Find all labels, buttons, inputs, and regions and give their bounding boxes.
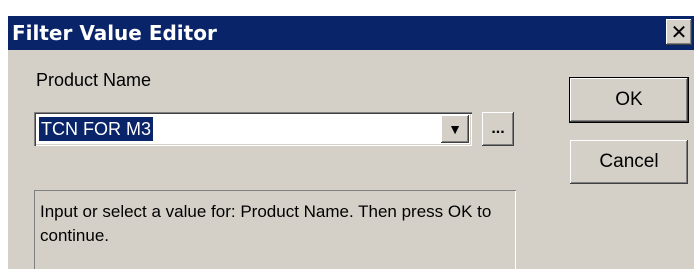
product-name-combobox[interactable]: TCN FOR M3 ▼ [34,112,472,146]
background-margin-left [0,0,8,269]
instruction-panel: Input or select a value for: Product Nam… [34,190,516,269]
window-title: Filter Value Editor [12,21,217,45]
close-button[interactable]: ✕ [666,19,692,45]
chevron-down-icon: ▼ [448,121,462,137]
dropdown-button[interactable]: ▼ [441,115,469,143]
filter-value-editor-dialog: Filter Value Editor ✕ Product Name TCN F… [0,0,694,269]
browse-button[interactable]: ... [482,112,514,146]
product-name-value[interactable]: TCN FOR M3 [38,116,154,142]
background-margin-top [0,0,694,16]
product-name-label: Product Name [36,70,152,90]
cancel-button[interactable]: Cancel [570,140,688,184]
ok-button[interactable]: OK [570,78,688,122]
close-icon: ✕ [670,20,688,44]
title-bar[interactable]: Filter Value Editor ✕ [8,16,694,50]
instruction-text: Input or select a value for: Product Nam… [40,202,492,245]
